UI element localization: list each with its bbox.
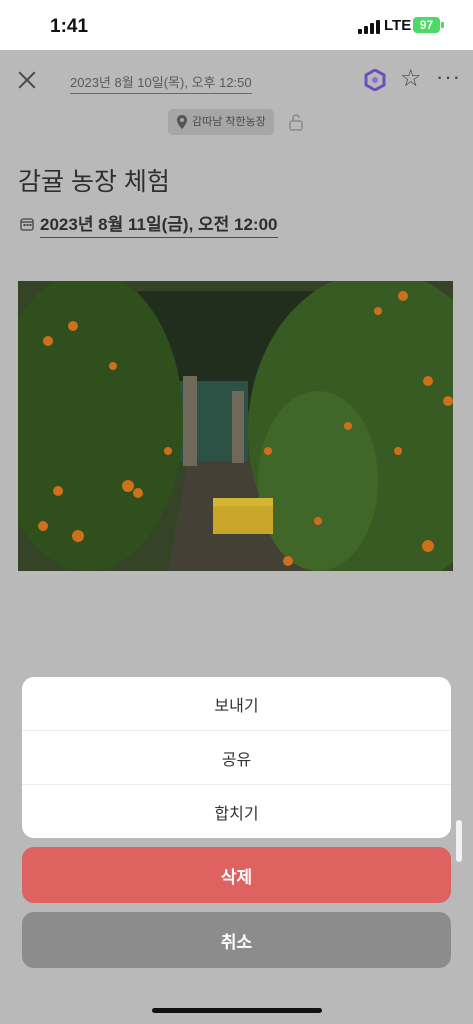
calendar-icon — [20, 218, 34, 231]
share-button[interactable]: 공유 — [22, 731, 451, 785]
delete-button[interactable]: 삭제 — [22, 847, 451, 903]
action-sheet: 보내기 공유 합치기 — [22, 677, 451, 838]
location-label: 감따남 착한농장 — [192, 116, 266, 128]
top-bar: 2023년 8월 10일(목), 오후 12:50 ☆ ··· — [0, 60, 473, 100]
battery-icon: 97 — [413, 17, 440, 33]
status-time: 1:41 — [50, 16, 89, 37]
app-logo-icon[interactable] — [364, 69, 386, 91]
more-icon[interactable]: ··· — [436, 64, 461, 90]
home-indicator[interactable] — [152, 1008, 322, 1013]
battery-level: 97 — [419, 18, 434, 32]
merge-button[interactable]: 합치기 — [22, 785, 451, 838]
location-pin-icon — [177, 115, 187, 129]
star-icon[interactable]: ☆ — [400, 66, 422, 92]
cancel-button[interactable]: 취소 — [22, 912, 451, 968]
event-date: 2023년 8월 11일(금), 오전 12:00 — [40, 210, 278, 238]
lock-icon[interactable] — [288, 113, 304, 131]
battery-cap — [441, 22, 444, 28]
location-chip[interactable]: 감따남 착한농장 — [168, 109, 274, 135]
status-bar: 1:41 LTE 97 — [0, 0, 473, 50]
signal-icon — [358, 20, 380, 34]
network-label: LTE — [384, 17, 412, 34]
orchard-photo[interactable] — [18, 281, 453, 571]
note-title[interactable]: 감귤 농장 체험 — [18, 162, 170, 198]
send-button[interactable]: 보내기 — [22, 677, 451, 731]
scrollbar-handle[interactable] — [456, 820, 462, 862]
event-date-row[interactable]: 2023년 8월 11일(금), 오전 12:00 — [20, 210, 278, 238]
header-date[interactable]: 2023년 8월 10일(목), 오후 12:50 — [70, 72, 252, 94]
close-icon[interactable] — [16, 69, 38, 91]
